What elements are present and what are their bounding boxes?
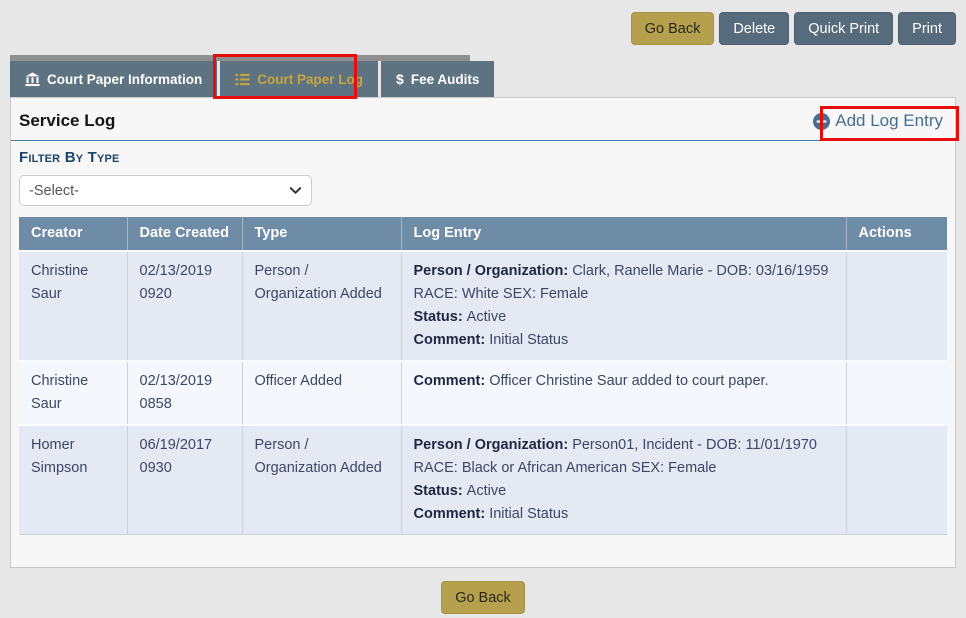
column-header-date-created: Date Created (127, 217, 242, 251)
page: Go Back Delete Quick Print Print Court P… (0, 0, 966, 618)
filter-select-wrap: -Select- (19, 175, 312, 206)
top-toolbar: Go Back Delete Quick Print Print (631, 12, 956, 45)
table-row: Christine Saur 02/13/2019 0858 Officer A… (19, 361, 947, 425)
print-button[interactable]: Print (898, 12, 956, 45)
service-log-table: Creator Date Created Type Log Entry Acti… (19, 217, 947, 535)
tab-court-paper-log[interactable]: Court Paper Log (220, 61, 378, 97)
cell-actions (846, 251, 947, 361)
filter-by-type-label: Filter By Type (19, 149, 947, 166)
bank-icon (25, 72, 40, 87)
column-header-type: Type (242, 217, 401, 251)
add-log-entry-label: Add Log Entry (835, 111, 943, 131)
table-row: Christine Saur 02/13/2019 0920 Person / … (19, 251, 947, 361)
go-back-button-top[interactable]: Go Back (631, 12, 715, 45)
cell-date-created: 02/13/2019 0858 (127, 361, 242, 425)
column-header-creator: Creator (19, 217, 127, 251)
cell-log-entry: Person / Organization:Clark, Ranelle Mar… (401, 251, 846, 361)
cell-date-created: 06/19/2017 0930 (127, 425, 242, 535)
plus-circle-icon (813, 113, 830, 130)
content-panel: Service Log Add Log Entry Filter By Type… (10, 97, 956, 568)
page-title: Service Log (19, 111, 115, 131)
tab-bar: Court Paper Information Court Paper Log … (10, 55, 494, 97)
log-table-body: Christine Saur 02/13/2019 0920 Person / … (19, 251, 947, 535)
cell-creator: Christine Saur (19, 251, 127, 361)
list-icon (235, 72, 250, 87)
cell-actions (846, 361, 947, 425)
tab-list: Court Paper Information Court Paper Log … (10, 61, 494, 97)
cell-creator: Christine Saur (19, 361, 127, 425)
table-row: Homer Simpson 06/19/2017 0930 Person / O… (19, 425, 947, 535)
tab-label: Court Paper Information (47, 72, 202, 87)
tab-court-paper-information[interactable]: Court Paper Information (10, 61, 217, 97)
cell-creator: Homer Simpson (19, 425, 127, 535)
column-header-actions: Actions (846, 217, 947, 251)
tab-label: Court Paper Log (257, 72, 363, 87)
cell-log-entry: Comment:Officer Christine Saur added to … (401, 361, 846, 425)
cell-type: Person / Organization Added (242, 251, 401, 361)
delete-button[interactable]: Delete (719, 12, 789, 45)
heading-divider (11, 140, 955, 141)
cell-actions (846, 425, 947, 535)
cell-date-created: 02/13/2019 0920 (127, 251, 242, 361)
quick-print-button[interactable]: Quick Print (794, 12, 893, 45)
column-header-log-entry: Log Entry (401, 217, 846, 251)
tab-fee-audits[interactable]: $ Fee Audits (381, 61, 494, 97)
filter-type-select[interactable]: -Select- (19, 175, 312, 206)
tab-label: Fee Audits (411, 72, 480, 87)
footer-bar: Go Back (0, 581, 966, 614)
cell-log-entry: Person / Organization:Person01, Incident… (401, 425, 846, 535)
cell-type: Officer Added (242, 361, 401, 425)
dollar-icon: $ (396, 71, 404, 87)
table-header-row: Creator Date Created Type Log Entry Acti… (19, 217, 947, 251)
add-log-entry-link[interactable]: Add Log Entry (813, 111, 947, 131)
cell-type: Person / Organization Added (242, 425, 401, 535)
go-back-button-bottom[interactable]: Go Back (441, 581, 525, 614)
panel-header: Service Log Add Log Entry (19, 106, 947, 136)
